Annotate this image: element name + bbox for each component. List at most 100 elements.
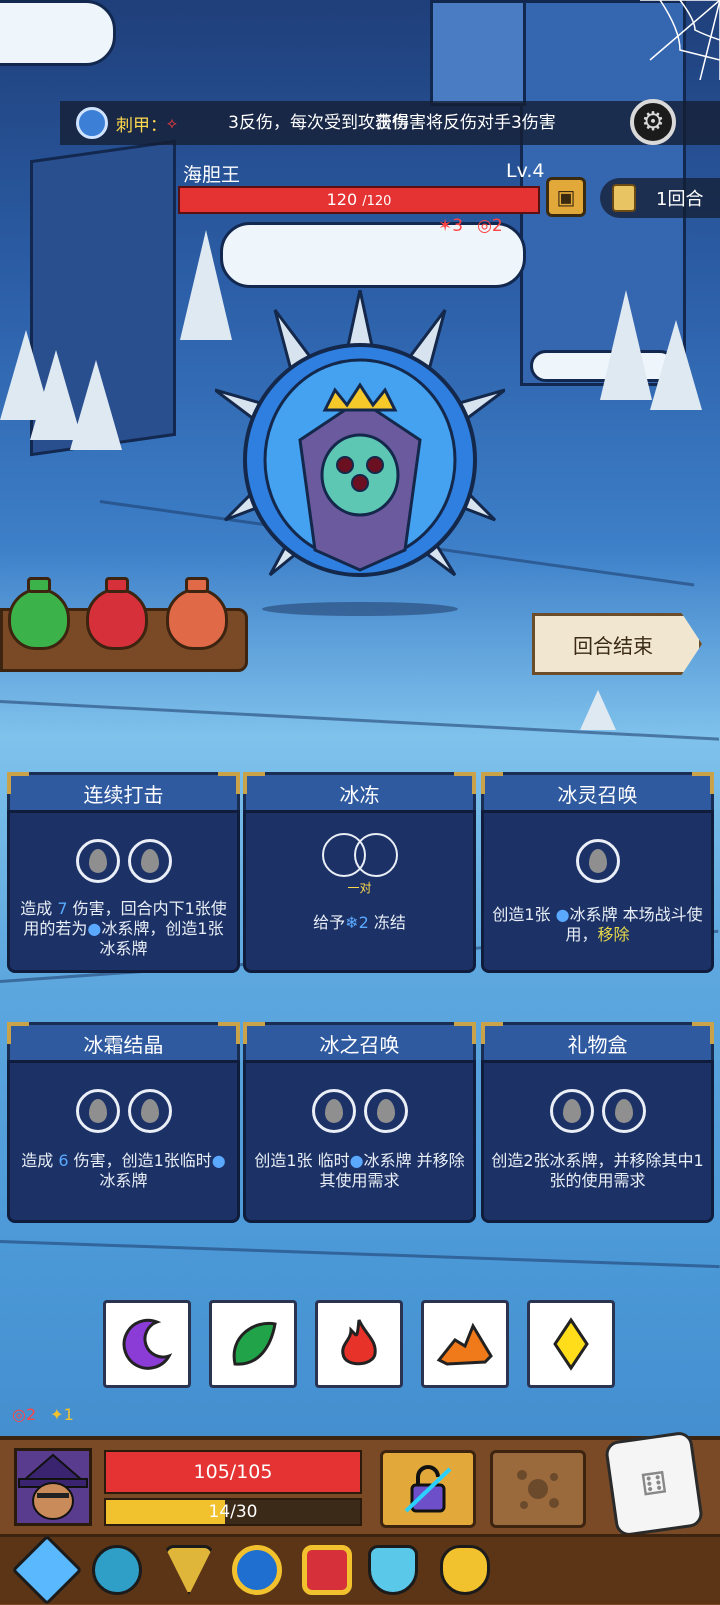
red-potion-icon[interactable]	[86, 577, 148, 650]
lock-skill-button[interactable]	[380, 1450, 476, 1528]
diamond-icon	[553, 1317, 589, 1371]
ring-relic-icon[interactable]	[232, 1545, 282, 1595]
card-body: 造成 7 伤害，回合内下1张使用的若为●冰系牌，创造1张冰系牌	[7, 810, 240, 973]
player-spiral-value: 2	[25, 1405, 37, 1424]
water-drop-icon	[324, 1099, 343, 1123]
card-body: 创造2张冰系牌，并移除其中1张的使用需求	[481, 1060, 714, 1223]
roll-dice-button[interactable]: ⚅	[603, 1430, 705, 1538]
water-drop-icon	[562, 1099, 581, 1123]
card-desc: 造成 7 伤害，回合内下1张使用的若为●冰系牌，创造1张冰系牌	[20, 899, 227, 958]
boss-hp-bar: 120 /120	[178, 186, 540, 214]
dice-slot[interactable]	[127, 1089, 172, 1133]
round-counter: 1回合	[600, 178, 720, 218]
water-drop-icon	[88, 1099, 107, 1123]
freeze-value: ❄2	[345, 913, 369, 932]
bestiary-book-icon[interactable]: ▣	[546, 177, 586, 217]
card-body: 创造1张 临时●冰系牌 并移除其使用需求	[243, 1060, 476, 1223]
ice-cone	[650, 320, 702, 410]
card-ice-spirit-summon[interactable]: 冰灵召唤 创造1张 ●冰系牌 本场战斗使用，移除	[481, 772, 714, 973]
end-turn-button[interactable]: 回合结束	[532, 613, 702, 675]
player-gold-status[interactable]: ✦1	[50, 1405, 74, 1424]
card-freeze[interactable]: 冰冻 一对 给予❄2 冻结	[243, 772, 476, 973]
dice-slots	[484, 839, 711, 883]
boss-hp-current: 120	[326, 190, 358, 209]
pair-slot[interactable]	[246, 833, 473, 877]
dice-slot[interactable]	[601, 1089, 646, 1133]
water-drop-icon	[140, 849, 159, 873]
rock-icon	[436, 1322, 493, 1366]
player-avatar[interactable]	[14, 1448, 92, 1526]
urn-relic-icon[interactable]	[440, 1545, 490, 1595]
boss-hp-max: /120	[362, 194, 392, 209]
monster-shadow	[262, 602, 458, 616]
dice-slots	[484, 1089, 711, 1133]
element-tile-moon[interactable]	[103, 1300, 191, 1388]
pair-label: 一对	[347, 881, 372, 895]
remove-keyword: 移除	[597, 925, 630, 944]
ice-crack	[0, 1240, 720, 1269]
ice-shard	[580, 690, 616, 730]
dice-slot[interactable]	[75, 839, 120, 883]
splatter-icon	[517, 1470, 559, 1509]
dice-slot[interactable]	[75, 1089, 120, 1133]
scroll-icon	[612, 184, 636, 212]
dice-slot[interactable]	[549, 1089, 594, 1133]
water-drop-icon	[376, 1099, 395, 1123]
sea-urchin-king[interactable]	[215, 290, 505, 590]
boss-name: 海胆王	[183, 164, 241, 186]
dice-slots	[10, 1089, 237, 1133]
water-drop-icon	[614, 1099, 633, 1123]
boss-spiral-status[interactable]: ◎2	[477, 216, 503, 236]
boss-thorns-value: 3	[452, 216, 464, 236]
card-desc: 创造2张冰系牌，并移除其中1张的使用需求	[491, 1151, 704, 1190]
settings-gear-icon[interactable]: ⚙	[630, 99, 676, 145]
round-label: 1回合	[656, 189, 704, 210]
ice-cone	[600, 290, 652, 400]
element-tile-rock[interactable]	[421, 1300, 509, 1388]
scatter-skill-button[interactable]	[490, 1450, 586, 1528]
card-desc: 创造1张 临时●冰系牌 并移除其使用需求	[254, 1151, 465, 1190]
ice-cone	[70, 360, 122, 450]
status-banner: 刺甲： 获得 ⟡ 3反伤，每次受到攻击伤害将反伤对手3伤害	[60, 101, 720, 145]
shield-relic-icon[interactable]	[368, 1545, 418, 1595]
dice-slot[interactable]	[127, 839, 172, 883]
player-spiral-status[interactable]: ◎2	[12, 1405, 36, 1424]
player-energy-text: 14/30	[208, 1502, 258, 1522]
dice-slot[interactable]	[353, 833, 398, 877]
dice-slot[interactable]	[311, 1089, 356, 1133]
lock-icon	[404, 1465, 452, 1513]
card-desc: 给予❄2 冻结	[313, 913, 406, 932]
water-drop-icon	[88, 849, 107, 873]
element-tile-leaf[interactable]	[209, 1300, 297, 1388]
player-gold-value: 1	[63, 1405, 74, 1424]
orange-potion-icon[interactable]	[166, 577, 228, 650]
dice-slot[interactable]	[363, 1089, 408, 1133]
dice-slots	[246, 1089, 473, 1133]
water-drop-icon	[588, 849, 607, 873]
ice-pillar-top	[430, 0, 526, 106]
card-frost-crystal[interactable]: 冰霜结晶 造成 6 伤害，创造1张临时●冰系牌	[7, 1022, 240, 1223]
player-hp-bar: 105/105	[104, 1450, 362, 1494]
water-drop-icon	[140, 1099, 159, 1123]
card-desc: 创造1张 ●冰系牌 本场战斗使用，移除	[492, 905, 703, 944]
banner-desc: 3反伤，每次受到攻击伤害将反伤对手3伤害	[228, 113, 556, 133]
card-gift-box[interactable]: 礼物盒 创造2张冰系牌，并移除其中1张的使用需求	[481, 1022, 714, 1223]
element-tile-fire[interactable]	[315, 1300, 403, 1388]
gem-frame-relic-icon[interactable]	[302, 1545, 352, 1595]
damage-value: 6	[58, 1151, 69, 1170]
element-tile-diamond[interactable]	[527, 1300, 615, 1388]
boss-thorns-status[interactable]: ✶3	[438, 216, 463, 236]
dice-slot[interactable]	[575, 839, 620, 883]
leaf-icon	[232, 1321, 277, 1366]
boss-status-effects: ✶3 ◎2	[438, 216, 503, 236]
card-body: 造成 6 伤害，创造1张临时●冰系牌	[7, 1060, 240, 1223]
fire-icon	[341, 1319, 377, 1366]
moon-icon	[122, 1318, 173, 1370]
card-ice-summon[interactable]: 冰之召唤 创造1张 临时●冰系牌 并移除其使用需求	[243, 1022, 476, 1223]
demon-mask-relic-icon[interactable]	[92, 1545, 142, 1595]
dice-slots	[10, 839, 237, 883]
card-continuous-strike[interactable]: 连续打击 造成 7 伤害，回合内下1张使用的若为●冰系牌，创造1张冰系牌	[7, 772, 240, 973]
card-body: 一对 给予❄2 冻结	[243, 810, 476, 973]
green-potion-icon[interactable]	[8, 577, 70, 650]
boss-spiral-value: 2	[491, 216, 503, 236]
